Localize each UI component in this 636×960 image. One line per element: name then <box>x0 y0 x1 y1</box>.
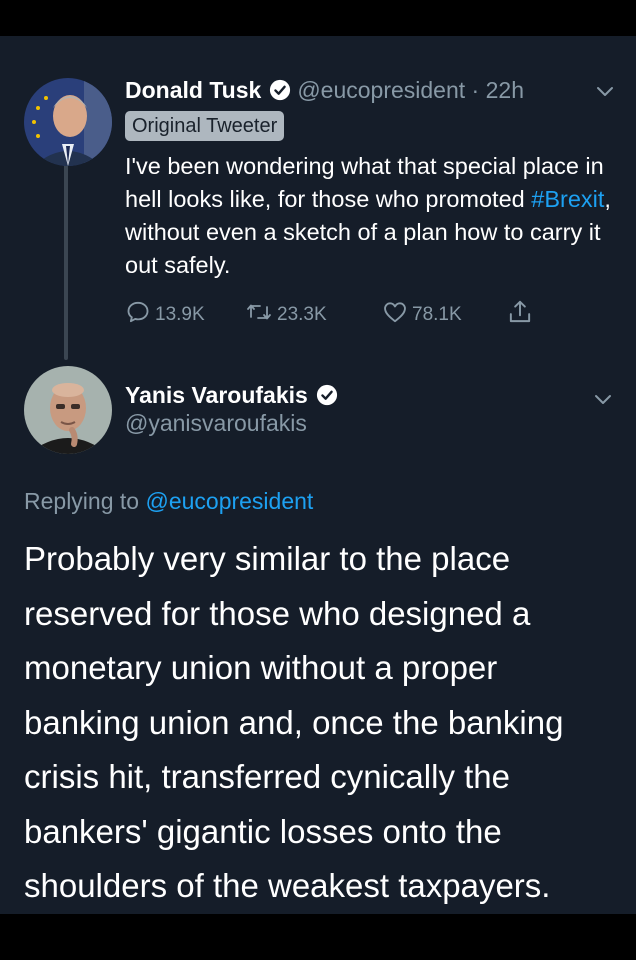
like-count: 78.1K <box>412 304 462 325</box>
like-icon <box>382 299 412 331</box>
chevron-down-icon[interactable] <box>592 388 614 410</box>
separator-dot: · <box>465 76 486 103</box>
tweet-time[interactable]: 22h <box>486 77 524 104</box>
tweet-actions: 13.9K 23.3K 78.1K <box>125 300 595 330</box>
avatar-yanis-varoufakis[interactable] <box>24 366 112 454</box>
reply-text-line: crisis hit, transferred cynically the <box>24 758 510 795</box>
reply-author-header: Yanis Varoufakis <box>125 380 344 410</box>
reply-text-line: reserved for those who designed a <box>24 594 531 632</box>
thread-connector-line <box>64 148 68 360</box>
hashtag-link[interactable]: #Brexit <box>531 186 604 212</box>
original-tweeter-badge: Original Tweeter <box>125 111 285 141</box>
reply-text-line: banking union and, once the banking <box>24 703 564 741</box>
avatar-donald-tusk[interactable] <box>24 78 112 166</box>
reply-text-line: shoulders of the weakest taxpayers. <box>24 867 551 904</box>
like-button[interactable]: 78.1K <box>382 300 462 330</box>
reply-count: 13.9K <box>155 304 205 325</box>
verified-badge-icon <box>269 79 291 101</box>
reply-text-line: monetary union without a proper <box>24 649 498 686</box>
share-button[interactable] <box>507 300 537 330</box>
tweet-header: Donald Tusk @eucopresident · 22h <box>125 74 524 106</box>
reply-author-name[interactable]: Yanis Varoufakis <box>125 382 308 409</box>
verified-badge-icon <box>316 384 338 406</box>
tweet-text: I've been wondering what that special pl… <box>125 150 615 282</box>
author-name[interactable]: Donald Tusk <box>125 77 261 104</box>
reply-button[interactable]: 13.9K <box>125 300 205 330</box>
retweet-button[interactable]: 23.3K <box>245 300 327 330</box>
author-handle[interactable]: @eucopresident <box>297 77 465 104</box>
replying-to-line: Replying to @eucopresident <box>24 488 313 515</box>
reply-icon <box>125 299 155 331</box>
reply-text-line: Probably very similar to the place <box>24 540 511 577</box>
replying-to-label: Replying to <box>24 488 140 514</box>
reply-author-handle[interactable]: @yanisvaroufakis <box>125 410 307 437</box>
share-icon <box>507 298 537 332</box>
chevron-down-icon[interactable] <box>594 80 616 102</box>
retweet-icon <box>245 299 277 331</box>
replying-to-mention[interactable]: @eucopresident <box>145 488 313 514</box>
retweet-count: 23.3K <box>277 304 327 325</box>
reply-text-line: bankers' gigantic losses onto the <box>24 812 502 850</box>
reply-text: Probably very similar to the place reser… <box>24 532 624 914</box>
